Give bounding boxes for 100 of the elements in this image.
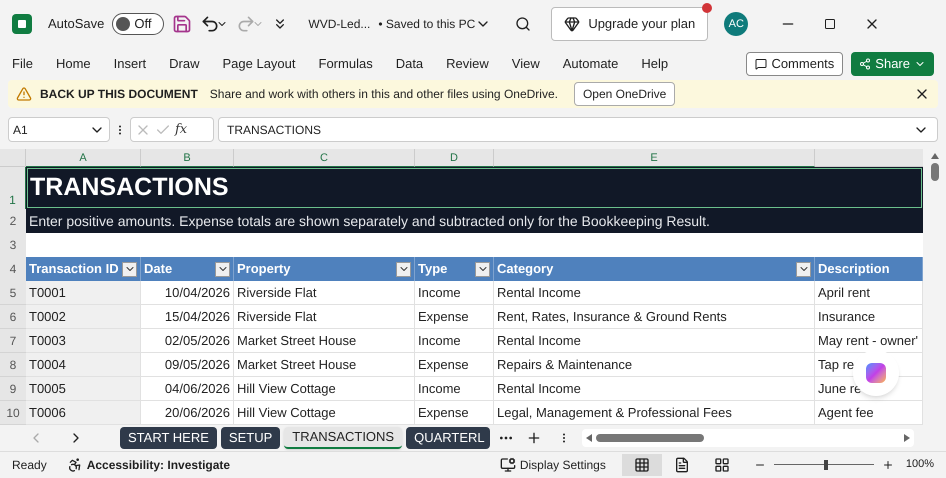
share-button[interactable]: Share: [851, 52, 934, 76]
maximize-icon[interactable]: [824, 18, 836, 30]
row-header[interactable]: 6: [0, 305, 26, 329]
display-settings[interactable]: Display Settings: [520, 456, 606, 474]
table-cell: T0001: [26, 281, 141, 305]
sheet-tab[interactable]: TRANSACTIONS: [284, 427, 402, 449]
row-header[interactable]: 9: [0, 377, 26, 401]
row-header[interactable]: 1: [0, 167, 26, 209]
zoom-in-icon[interactable]: [882, 458, 894, 470]
ribbon-tab[interactable]: Data: [386, 54, 434, 74]
column-heading: Type: [415, 257, 494, 281]
table-cell: Income: [415, 281, 494, 305]
column-heading: Category: [494, 257, 815, 281]
ribbon-tab[interactable]: Page Layout: [212, 54, 306, 74]
filter-dropdown[interactable]: [122, 262, 137, 276]
table-cell: Income: [415, 377, 494, 401]
ribbon-tab[interactable]: File: [12, 54, 43, 74]
insert-function-button[interactable]: fx: [175, 120, 188, 140]
table-cell: Repairs & Maintenance: [494, 353, 815, 377]
sheet-tab[interactable]: SETUP: [220, 427, 280, 449]
filter-dropdown[interactable]: [396, 262, 411, 276]
table-cell: 09/05/2026: [141, 353, 234, 377]
column-header[interactable]: E: [494, 149, 815, 167]
horizontal-scrollbar[interactable]: [582, 429, 914, 447]
row-header[interactable]: 10: [0, 401, 26, 425]
zoom-slider[interactable]: [774, 460, 874, 470]
filter-dropdown[interactable]: [475, 262, 490, 276]
table-cell: 04/06/2026: [141, 377, 234, 401]
column-header[interactable]: C: [234, 149, 415, 167]
table-cell: Hill View Cottage: [234, 377, 415, 401]
table-cell: Rental Income: [494, 377, 815, 401]
file-name[interactable]: WVD-Led...: [308, 15, 370, 33]
undo-icon[interactable]: [200, 14, 220, 34]
view-button[interactable]: [622, 454, 662, 476]
table-cell: Expense: [415, 305, 494, 329]
share-icon: [859, 58, 872, 70]
banner-title: BACK UP THIS DOCUMENT: [40, 86, 198, 103]
table-cell: T0005: [26, 377, 141, 401]
ribbon-tab[interactable]: Review: [436, 54, 499, 74]
page-break-icon: [714, 456, 730, 472]
sheet-tab[interactable]: QUARTERL: [406, 427, 490, 449]
user-avatar[interactable]: AC: [724, 12, 748, 36]
name-box[interactable]: A1: [8, 117, 110, 142]
column-heading: Transaction ID: [26, 257, 141, 281]
table-cell: Rent, Rates, Insurance & Ground Rents: [494, 305, 815, 329]
ribbon-tab[interactable]: View: [502, 54, 550, 74]
ribbon-tab[interactable]: Help: [631, 54, 678, 74]
filter-dropdown[interactable]: [215, 262, 230, 276]
table-cell: Market Street House: [234, 353, 415, 377]
table-cell: Income: [415, 329, 494, 353]
table-cell: T0004: [26, 353, 141, 377]
ribbon-tab[interactable]: Automate: [552, 54, 628, 74]
page-icon: [674, 456, 690, 472]
filter-dropdown[interactable]: [796, 262, 811, 276]
table-cell: T0002: [26, 305, 141, 329]
accessibility-icon[interactable]: [66, 456, 83, 472]
column-heading: Property: [234, 257, 415, 281]
ribbon-tab[interactable]: Home: [46, 54, 101, 74]
row-header[interactable]: 8: [0, 353, 26, 377]
table-cell: Market Street House: [234, 329, 415, 353]
accessibility-status[interactable]: Accessibility: Investigate: [86, 456, 230, 474]
row-header[interactable]: 4: [0, 257, 26, 281]
table-cell: Riverside Flat: [234, 281, 415, 305]
sheet-tab[interactable]: START HERE: [120, 427, 217, 449]
grid-icon: [634, 456, 650, 472]
formula-field[interactable]: TRANSACTIONS: [218, 117, 938, 142]
upgrade-button[interactable]: Upgrade your plan: [551, 7, 708, 41]
table-cell: Rental Income: [494, 281, 815, 305]
row-header[interactable]: 2: [0, 209, 26, 233]
table-cell: Riverside Flat: [234, 305, 415, 329]
table-cell: 15/04/2026: [141, 305, 234, 329]
ribbon-tab[interactable]: Draw: [159, 54, 210, 74]
column-heading: Description: [815, 257, 923, 281]
ribbon-tab[interactable]: Formulas: [308, 54, 383, 74]
row-header[interactable]: 7: [0, 329, 26, 353]
search-icon[interactable]: [515, 16, 532, 32]
row-header[interactable]: 3: [0, 233, 26, 257]
autosave-toggle[interactable]: Off: [112, 13, 164, 35]
table-cell: 10/04/2026: [141, 281, 234, 305]
sheet-title: TRANSACTIONS: [26, 167, 923, 209]
row-header[interactable]: 5: [0, 281, 26, 305]
table-cell: Rental Income: [494, 329, 815, 353]
comments-button[interactable]: Comments: [746, 52, 844, 76]
autosave-label: AutoSave: [48, 15, 104, 34]
banner-message: Share and work with others in this and other files using OneDrive.: [210, 86, 558, 103]
spreadsheet-app-icon: [12, 14, 32, 34]
open-onedrive-button[interactable]: Open OneDrive: [574, 82, 676, 106]
save-icon[interactable]: [172, 14, 192, 34]
comment-icon: [755, 58, 768, 70]
instruction-note: Enter positive amounts. Expense totals are shown separately and subtracted only for the Bookkeeping Result.: [26, 209, 923, 233]
zoom-level[interactable]: 100%: [906, 456, 934, 473]
column-header[interactable]: A: [26, 149, 141, 167]
column-heading: Date: [141, 257, 234, 281]
column-header[interactable]: D: [415, 149, 494, 167]
zoom-thumb[interactable]: [824, 460, 828, 470]
display-settings-icon[interactable]: [500, 456, 516, 472]
ribbon-tab[interactable]: Insert: [104, 54, 156, 74]
table-cell: T0006: [26, 401, 141, 425]
column-header[interactable]: B: [141, 149, 234, 167]
save-status[interactable]: • Saved to this PC: [378, 15, 476, 33]
